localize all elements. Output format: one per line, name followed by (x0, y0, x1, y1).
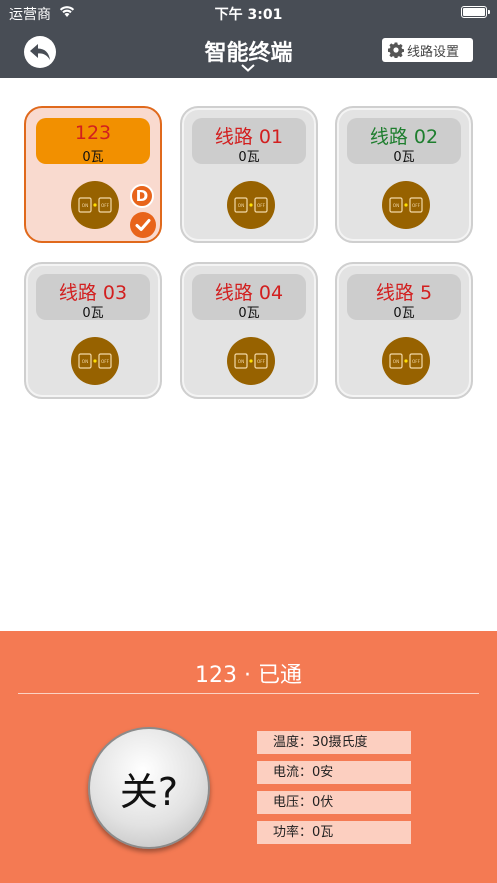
svg-text:OFF: OFF (101, 359, 110, 364)
line-tile[interactable]: 线路 5 0瓦 ON OFF (335, 262, 473, 399)
svg-text:OFF: OFF (257, 203, 266, 208)
switch-icon[interactable]: ON OFF (227, 337, 275, 385)
svg-text:OFF: OFF (412, 203, 421, 208)
line-power: 0瓦 (393, 150, 415, 165)
line-tile-header: 线路 03 0瓦 (36, 274, 150, 321)
switch-icon[interactable]: ON OFF (382, 337, 430, 385)
line-power: 0瓦 (82, 306, 104, 321)
on-off-glyph: ON OFF (78, 197, 112, 213)
temperature-readout: 温度：30摄氏度 (257, 731, 411, 754)
svg-text:ON: ON (393, 359, 399, 364)
switch-icon[interactable]: ON OFF (227, 181, 275, 229)
line-tile[interactable]: 线路 03 0瓦 ON OFF (24, 262, 162, 399)
on-off-glyph: ON OFF (78, 353, 112, 369)
line-tile[interactable]: 线路 02 0瓦 ON OFF (335, 106, 473, 243)
line-name: 123 (74, 122, 112, 144)
switch-icon[interactable]: ON OFF (71, 181, 119, 229)
svg-text:ON: ON (82, 203, 88, 208)
svg-text:ON: ON (238, 203, 244, 208)
line-name: 线路 5 (375, 282, 433, 304)
on-off-glyph: ON OFF (234, 197, 268, 213)
line-settings-button[interactable]: 线路设置 (382, 38, 473, 62)
line-tile-header: 线路 01 0瓦 (192, 118, 306, 165)
line-name: 线路 01 (214, 126, 284, 148)
on-off-glyph: ON OFF (234, 353, 268, 369)
power-toggle-button[interactable]: 关? (88, 727, 210, 849)
svg-text:ON: ON (393, 203, 399, 208)
line-name: 线路 03 (58, 282, 128, 304)
chevron-down-icon[interactable] (241, 64, 255, 72)
checkmark-icon (130, 212, 156, 238)
line-tile-header: 线路 5 0瓦 (347, 274, 461, 321)
svg-text:OFF: OFF (412, 359, 421, 364)
line-name: 线路 02 (369, 126, 439, 148)
selected-line-status: 123 · 已通 (195, 663, 302, 688)
line-name: 线路 04 (214, 282, 284, 304)
line-power: 0瓦 (393, 306, 415, 321)
power-readout: 功率：0瓦 (257, 821, 411, 844)
battery-icon (461, 6, 490, 18)
switch-icon[interactable]: ON OFF (382, 181, 430, 229)
line-settings-label: 线路设置 (407, 44, 460, 60)
svg-text:OFF: OFF (257, 359, 266, 364)
divider (18, 693, 479, 694)
line-power: 0瓦 (238, 150, 260, 165)
line-power: 0瓦 (82, 150, 104, 165)
status-bar: 运营商 下午 3:01 (0, 0, 497, 26)
top-bar: 运营商 下午 3:01 智能终端 线路设置 (0, 0, 497, 78)
clock: 下午 3:01 (214, 7, 283, 23)
line-tile-header: 线路 02 0瓦 (347, 118, 461, 165)
detail-panel: 123 · 已通 关? 温度：30摄氏度 电流：0安 电压：0伏 功率：0瓦 (0, 631, 497, 883)
svg-text:ON: ON (82, 359, 88, 364)
line-tile[interactable]: 123 0瓦 ON OFF D (24, 106, 162, 243)
line-tile-header: 123 0瓦 (36, 118, 150, 165)
on-off-glyph: ON OFF (389, 353, 423, 369)
switch-icon[interactable]: ON OFF (71, 337, 119, 385)
line-tile[interactable]: 线路 04 0瓦 ON OFF (180, 262, 318, 399)
d-badge[interactable]: D (130, 184, 154, 208)
current-readout: 电流：0安 (257, 761, 411, 784)
on-off-glyph: ON OFF (389, 197, 423, 213)
voltage-readout: 电压：0伏 (257, 791, 411, 814)
line-tile-header: 线路 04 0瓦 (192, 274, 306, 321)
gear-icon (388, 42, 404, 58)
svg-text:OFF: OFF (101, 203, 110, 208)
svg-text:ON: ON (238, 359, 244, 364)
line-power: 0瓦 (238, 306, 260, 321)
line-tile[interactable]: 线路 01 0瓦 ON OFF (180, 106, 318, 243)
